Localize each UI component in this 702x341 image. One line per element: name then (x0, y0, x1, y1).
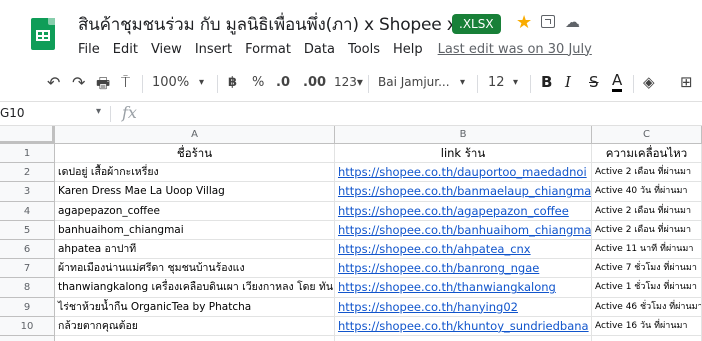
cell-store-name[interactable]: banhuaihom_chiangmai (55, 220, 335, 240)
name-box[interactable]: G10 (0, 106, 25, 120)
cell-store-link[interactable]: https://shopee.co.th/agapepazon_coffee (335, 201, 592, 221)
formula-divider (110, 106, 111, 122)
paint-format-icon[interactable]: ⍑ (121, 73, 130, 91)
menu-edit[interactable]: Edit (113, 42, 138, 57)
row-header[interactable]: 10 (0, 316, 55, 336)
cell-activity[interactable] (592, 336, 702, 341)
toolbar-divider (477, 75, 478, 93)
cell-activity[interactable]: Active 2 เดือน ที่ผ่านมา (592, 201, 702, 221)
cell-store-name[interactable]: ไร่ชาห้วยน้ำกืน OrganicTea by Phatcha (55, 297, 335, 317)
row-header[interactable]: 2 (0, 163, 55, 183)
move-to-folder-icon[interactable] (541, 15, 555, 28)
cell-store-link[interactable] (335, 336, 592, 341)
cell-activity[interactable]: Active 11 นาที ที่ผ่านมา (592, 240, 702, 260)
header-cell[interactable]: ความเคลื่อนไหว (592, 144, 702, 164)
decrease-decimal-button[interactable]: .0 (276, 75, 290, 90)
formula-bar: G10 ▾ fx (0, 102, 702, 126)
font-caret-icon[interactable]: ▾ (460, 77, 465, 88)
cell-activity[interactable]: Active 40 วัน ที่ผ่านมา (592, 182, 702, 202)
row-header[interactable]: 9 (0, 297, 55, 317)
cell-store-name[interactable] (55, 336, 335, 341)
sheets-logo-icon[interactable] (31, 18, 55, 50)
column-header-b[interactable]: B (335, 126, 592, 144)
font-size-select[interactable]: 12 (488, 75, 505, 90)
italic-button[interactable]: I (565, 73, 571, 91)
cell-activity[interactable]: Active 7 ชั่วโมง ที่ผ่านมา (592, 259, 702, 279)
menu-tools[interactable]: Tools (348, 42, 380, 57)
fill-color-icon[interactable]: ◈ (643, 73, 655, 91)
cell-store-link[interactable]: https://shopee.co.th/thanwiangkalong (335, 278, 592, 298)
font-select[interactable]: Bai Jamjur... (378, 75, 450, 89)
row-header[interactable]: 6 (0, 240, 55, 260)
header-cell[interactable]: link ร้าน (335, 144, 592, 164)
cloud-status-icon[interactable]: ☁ (565, 13, 580, 31)
toolbar-divider (530, 75, 531, 93)
toolbar-divider (633, 75, 634, 93)
toolbar-divider (217, 75, 218, 93)
currency-format-button[interactable]: ฿ (228, 75, 237, 90)
redo-icon[interactable]: ↷ (72, 73, 85, 92)
cell-store-link[interactable]: https://shopee.co.th/ahpatea_cnx (335, 240, 592, 260)
column-header-a[interactable]: A (55, 126, 335, 144)
cell-store-link[interactable]: https://shopee.co.th/hanying02 (335, 297, 592, 317)
cell-store-link[interactable]: https://shopee.co.th/banrong_ngae (335, 259, 592, 279)
cell-activity[interactable]: Active 2 เดือน ที่ผ่านมา (592, 220, 702, 240)
row-header[interactable]: 3 (0, 182, 55, 202)
menu-help[interactable]: Help (393, 42, 423, 57)
cell-store-link[interactable]: https://shopee.co.th/banmaelaup_chiangma (335, 182, 592, 202)
menu-file[interactable]: File (78, 42, 100, 57)
cell-activity[interactable]: Active 16 วัน ที่ผ่านมา (592, 316, 702, 336)
row-header[interactable]: 8 (0, 278, 55, 298)
strikethrough-button[interactable]: S (589, 73, 599, 91)
menu-insert[interactable]: Insert (195, 42, 232, 57)
menu-data[interactable]: Data (304, 42, 335, 57)
cell-store-link[interactable]: https://shopee.co.th/banhuaihom_chiangma (335, 220, 592, 240)
text-color-button[interactable]: A (612, 71, 623, 92)
zoom-caret-icon[interactable]: ▾ (199, 77, 204, 88)
row-header[interactable]: 4 (0, 201, 55, 221)
cell-store-link[interactable]: https://shopee.co.th/dauportoo_maedadnoi (335, 163, 592, 183)
column-header-c[interactable]: C (592, 126, 702, 144)
menu-bar: File Edit View Insert Format Data Tools … (78, 39, 592, 59)
fx-icon: fx (122, 103, 137, 122)
toolbar-divider (142, 75, 143, 93)
cell-store-name[interactable]: กล้วยตากคุณต้อย (55, 316, 335, 336)
row-header[interactable]: 11 (0, 336, 55, 341)
title-bar: สินค้าชุมชนร่วม กับ มูลนิธิเพื่อนพึ่ง(ภา… (0, 0, 702, 66)
font-size-caret-icon[interactable]: ▾ (513, 77, 518, 88)
print-icon[interactable]: 🖶 (96, 73, 110, 98)
select-all-corner[interactable] (0, 126, 55, 144)
cell-store-name[interactable]: Karen Dress Mae La Uoop Villag (55, 182, 335, 202)
increase-decimal-button[interactable]: .00 (303, 75, 326, 90)
last-edit-link[interactable]: Last edit was on 30 July (438, 42, 592, 57)
sheet-grid[interactable]: A B C 1 ชื่อร้าน link ร้าน ความเคลื่อนไหว 2 เ… (0, 126, 702, 341)
cell-store-name[interactable]: thanwiangkalong เครื่องเคลือบดินเผา เวีย… (55, 278, 335, 298)
header-cell[interactable]: ชื่อร้าน (55, 144, 335, 164)
cell-store-name[interactable]: ahpatea อาปาที (55, 240, 335, 260)
cell-activity[interactable]: Active 1 ชั่วโมง ที่ผ่านมา (592, 278, 702, 298)
cell-store-link[interactable]: https://shopee.co.th/khuntoy_sundriedban… (335, 316, 592, 336)
toolbar: ↶ ↷ 🖶 ⍑ 100% ▾ ฿ % .0 .00 123▾ Bai Jamju… (0, 66, 702, 102)
percent-format-button[interactable]: % (252, 75, 264, 90)
row-header[interactable]: 1 (0, 144, 55, 164)
name-box-caret-icon[interactable]: ▾ (96, 106, 101, 117)
cell-store-name[interactable]: agapepazon_coffee (55, 201, 335, 221)
cell-activity[interactable]: Active 46 ชั่วโมง ที่ผ่านมา (592, 297, 702, 317)
cell-store-name[interactable]: ผ้าทอเมืองน่านแม่ศรีดา ชุมชนบ้านร้องแง (55, 259, 335, 279)
menu-view[interactable]: View (151, 42, 182, 57)
cell-store-name[interactable]: เดปอยู่ เสื้อผ้ากะเหรี่ยง (55, 163, 335, 183)
document-title[interactable]: สินค้าชุมชนร่วม กับ มูลนิธิเพื่อนพึ่ง(ภา… (78, 11, 500, 38)
undo-icon[interactable]: ↶ (47, 73, 60, 92)
more-formats-button[interactable]: 123▾ (334, 75, 363, 89)
toolbar-divider (368, 75, 369, 93)
row-header[interactable]: 7 (0, 259, 55, 279)
star-icon[interactable]: ★ (516, 12, 532, 33)
menu-format[interactable]: Format (245, 42, 291, 57)
zoom-select[interactable]: 100% (152, 75, 189, 90)
row-header[interactable]: 5 (0, 220, 55, 240)
bold-button[interactable]: B (541, 73, 552, 91)
cell-activity[interactable]: Active 2 เดือน ที่ผ่านมา (592, 163, 702, 183)
file-format-badge: .XLSX (452, 14, 501, 34)
borders-icon[interactable]: ⊞ (680, 73, 693, 91)
